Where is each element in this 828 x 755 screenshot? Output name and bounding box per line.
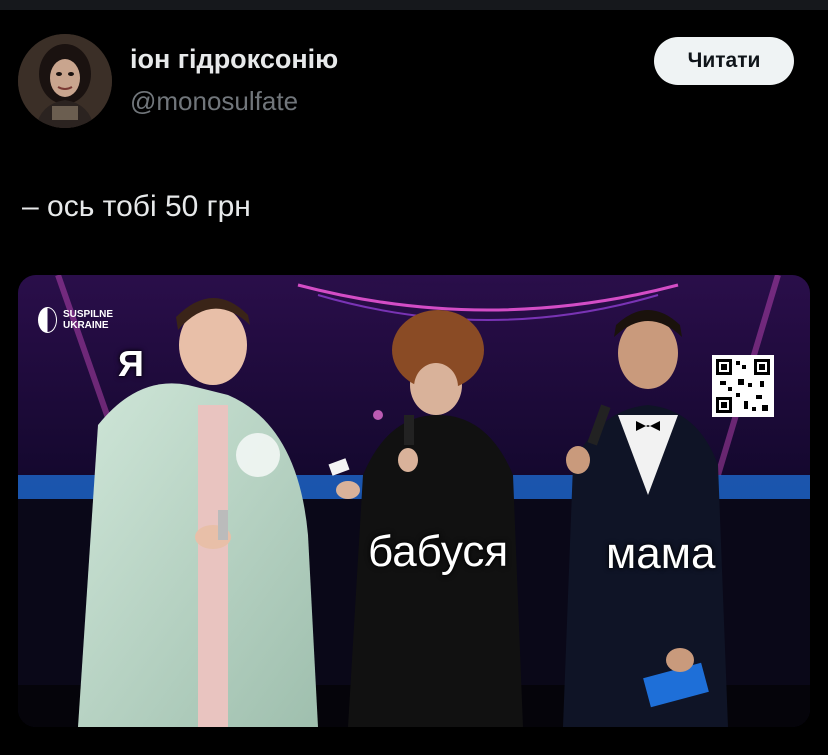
avatar-photo — [18, 34, 112, 128]
caption-mom: мама — [606, 529, 716, 578]
tweet-text: – ось тобі 50 грн — [22, 190, 251, 223]
tweet-media[interactable]: SUSPILNE UKRAINE Я бабуся мама — [18, 275, 810, 727]
display-name[interactable]: іон гідроксонію — [130, 44, 338, 75]
suspilne-logo-icon — [38, 307, 57, 333]
avatar[interactable] — [18, 34, 112, 128]
broadcaster-name: SUSPILNE UKRAINE — [63, 309, 114, 331]
qr-code-icon — [712, 355, 774, 417]
broadcaster-logo: SUSPILNE UKRAINE — [38, 307, 123, 333]
caption-me: Я — [118, 343, 144, 384]
follow-button[interactable]: Читати — [654, 37, 794, 85]
top-bar — [0, 0, 828, 10]
user-handle[interactable]: @monosulfate — [130, 86, 298, 117]
caption-grandma: бабуся — [368, 527, 509, 576]
